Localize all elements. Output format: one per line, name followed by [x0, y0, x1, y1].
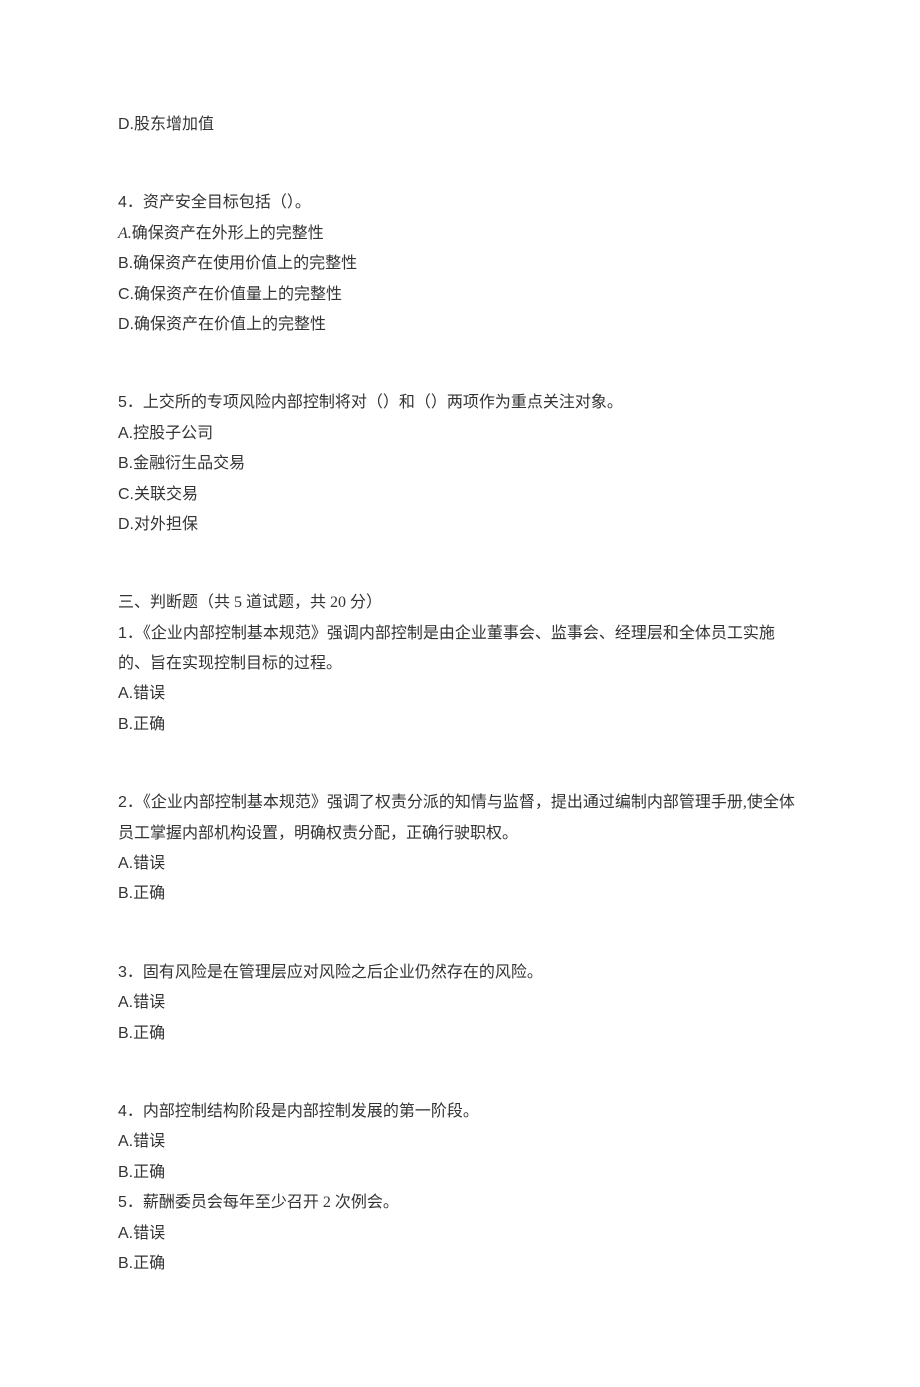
- option-line: C.关联交易: [118, 480, 802, 510]
- question-stem: 2．《企业内部控制基本规范》强调了权责分派的知情与监督，提出通过编制内部管理手册…: [118, 788, 802, 849]
- option-text: 确保资产在价值上的完整性: [134, 316, 326, 333]
- option-line: B.正确: [118, 710, 802, 740]
- question-5: 5．上交所的专项风险内部控制将对（）和（）两项作为重点关注对象。 A.控股子公司…: [118, 388, 802, 540]
- question-text: ．内部控制结构阶段是内部控制发展的第一阶段。: [127, 1103, 479, 1120]
- option-label: A.: [118, 1133, 133, 1150]
- question-text: ．《企业内部控制基本规范》强调了权责分派的知情与监督，提出通过编制内部管理手册,…: [118, 794, 795, 841]
- question-4: 4．资产安全目标包括（）。 A.确保资产在外形上的完整性 B.确保资产在使用价值…: [118, 188, 802, 340]
- option-text: 确保资产在价值量上的完整性: [134, 286, 342, 303]
- option-label: B.: [118, 455, 133, 472]
- option-text: 确保资产在使用价值上的完整性: [133, 255, 357, 272]
- question-text: ．薪酬委员会每年至少召开 2 次例会。: [127, 1194, 399, 1211]
- option-label: B.: [118, 1255, 133, 1272]
- option-line: D.对外担保: [118, 510, 802, 540]
- option-line: D.确保资产在价值上的完整性: [118, 310, 802, 340]
- option-text: 正确: [133, 716, 165, 733]
- question-stem: 4．资产安全目标包括（）。: [118, 188, 802, 218]
- truefalse-3: 3．固有风险是在管理层应对风险之后企业仍然存在的风险。 A.错误 B.正确: [118, 958, 802, 1049]
- question-number: 5: [118, 1194, 127, 1211]
- option-label: A.: [118, 685, 133, 702]
- option-label: B.: [118, 1025, 133, 1042]
- question-stem: 5．上交所的专项风险内部控制将对（）和（）两项作为重点关注对象。: [118, 388, 802, 418]
- question-number: 4: [118, 194, 127, 211]
- question-number: 4: [118, 1103, 127, 1120]
- option-text: 对外担保: [134, 516, 198, 533]
- option-line: A.错误: [118, 988, 802, 1018]
- option-line: B.正确: [118, 1158, 802, 1188]
- option-line: B.正确: [118, 879, 802, 909]
- option-text: 正确: [133, 1255, 165, 1272]
- option-text: 正确: [133, 885, 165, 902]
- option-label: C.: [118, 486, 134, 503]
- truefalse-5: 5．薪酬委员会每年至少召开 2 次例会。 A.错误 B.正确: [118, 1188, 802, 1279]
- option-line: A.控股子公司: [118, 419, 802, 449]
- option-label: A.: [118, 994, 133, 1011]
- option-line: C.确保资产在价值量上的完整性: [118, 280, 802, 310]
- question-text: ．资产安全目标包括（）。: [127, 194, 311, 211]
- question-stem: 5．薪酬委员会每年至少召开 2 次例会。: [118, 1188, 802, 1218]
- option-label: D.: [118, 516, 134, 533]
- option-line: B.正确: [118, 1249, 802, 1279]
- option-text: 控股子公司: [133, 425, 213, 442]
- question-text: ．上交所的专项风险内部控制将对（）和（）两项作为重点关注对象。: [127, 394, 623, 411]
- truefalse-4: 4．内部控制结构阶段是内部控制发展的第一阶段。 A.错误 B.正确: [118, 1097, 802, 1188]
- option-line: D.股东增加值: [118, 110, 802, 140]
- question-number: 2: [118, 794, 127, 811]
- option-label: D.: [118, 116, 134, 133]
- option-label: D.: [118, 316, 134, 333]
- question-stem: 3．固有风险是在管理层应对风险之后企业仍然存在的风险。: [118, 958, 802, 988]
- option-text: 错误: [133, 994, 165, 1011]
- option-line: A.错误: [118, 849, 802, 879]
- question-stem: 1．《企业内部控制基本规范》强调内部控制是由企业董事会、监事会、经理层和全体员工…: [118, 619, 802, 680]
- question-number: 3: [118, 964, 127, 981]
- option-label: C.: [118, 286, 134, 303]
- question-stem: 4．内部控制结构阶段是内部控制发展的第一阶段。: [118, 1097, 802, 1127]
- question-text: ．《企业内部控制基本规范》强调内部控制是由企业董事会、监事会、经理层和全体员工实…: [118, 625, 775, 672]
- option-line: A.确保资产在外形上的完整性: [118, 219, 802, 249]
- option-label: A.: [118, 425, 133, 442]
- option-text: 错误: [133, 685, 165, 702]
- option-label: A.: [118, 855, 133, 872]
- option-text: 正确: [133, 1025, 165, 1042]
- section-3-header: 三、判断题（共 5 道试题，共 20 分）: [118, 588, 802, 618]
- option-text: 确保资产在外形上的完整性: [132, 225, 324, 242]
- option-line: A.错误: [118, 1219, 802, 1249]
- truefalse-2: 2．《企业内部控制基本规范》强调了权责分派的知情与监督，提出通过编制内部管理手册…: [118, 788, 802, 910]
- option-label: A.: [118, 1225, 133, 1242]
- option-line: B.金融衍生品交易: [118, 449, 802, 479]
- section-title: 三、判断题（共 5 道试题，共 20 分）: [118, 588, 802, 618]
- option-text: 错误: [133, 1225, 165, 1242]
- option-label: B.: [118, 885, 133, 902]
- option-text: 金融衍生品交易: [133, 455, 245, 472]
- option-text: 正确: [133, 1164, 165, 1181]
- question-number: 1: [118, 625, 127, 642]
- option-text: 股东增加值: [134, 116, 214, 133]
- option-label: A.: [118, 225, 132, 242]
- question-text: ．固有风险是在管理层应对风险之后企业仍然存在的风险。: [127, 964, 543, 981]
- truefalse-1: 1．《企业内部控制基本规范》强调内部控制是由企业董事会、监事会、经理层和全体员工…: [118, 619, 802, 741]
- option-text: 错误: [133, 1133, 165, 1150]
- option-label: B.: [118, 716, 133, 733]
- leading-option-block: D.股东增加值: [118, 110, 802, 140]
- option-label: B.: [118, 255, 133, 272]
- option-text: 错误: [133, 855, 165, 872]
- option-text: 关联交易: [134, 486, 198, 503]
- option-line: B.正确: [118, 1019, 802, 1049]
- question-number: 5: [118, 394, 127, 411]
- option-line: B.确保资产在使用价值上的完整性: [118, 249, 802, 279]
- option-label: B.: [118, 1164, 133, 1181]
- option-line: A.错误: [118, 679, 802, 709]
- option-line: A.错误: [118, 1127, 802, 1157]
